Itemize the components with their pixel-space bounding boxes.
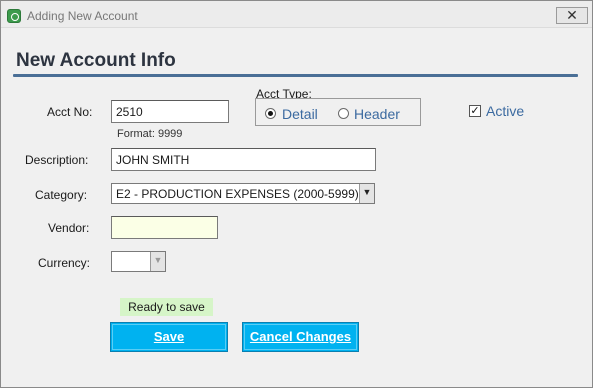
heading-divider	[13, 74, 578, 77]
acct-no-input[interactable]: 2510	[111, 100, 229, 123]
save-button[interactable]: Save	[110, 322, 228, 352]
title-bar[interactable]: Adding New Account ✕	[1, 1, 592, 28]
category-label: Category:	[35, 188, 88, 202]
radio-header-label[interactable]: Header	[354, 106, 400, 122]
description-label: Description:	[25, 153, 89, 167]
status-badge: Ready to save	[120, 298, 213, 316]
currency-dropdown-icon[interactable]: ▼	[150, 252, 165, 271]
close-icon: ✕	[566, 7, 578, 23]
page-title: New Account Info	[16, 50, 176, 71]
active-checkbox[interactable]: ✓	[469, 105, 481, 117]
close-button[interactable]: ✕	[556, 7, 588, 24]
cancel-button-label: Cancel Changes	[249, 329, 352, 344]
window-title: Adding New Account	[27, 9, 138, 23]
active-label[interactable]: Active	[486, 103, 524, 119]
category-dropdown-icon[interactable]: ▼	[359, 184, 374, 203]
vendor-label: Vendor:	[48, 221, 90, 235]
acct-no-label: Acct No:	[47, 105, 93, 119]
vendor-input[interactable]	[111, 216, 218, 239]
save-button-label: Save	[153, 329, 185, 344]
description-input[interactable]: JOHN SMITH	[111, 148, 376, 171]
dialog-window: Adding New Account ✕ New Account Info Ac…	[0, 0, 593, 388]
radio-detail-label[interactable]: Detail	[282, 106, 318, 122]
app-icon	[7, 9, 21, 23]
acct-no-format-hint: Format: 9999	[117, 128, 183, 140]
currency-label: Currency:	[38, 256, 91, 270]
category-value: E2 - PRODUCTION EXPENSES (2000-5999)	[116, 187, 359, 201]
cancel-changes-button[interactable]: Cancel Changes	[242, 322, 359, 352]
radio-detail[interactable]	[265, 108, 276, 119]
radio-header[interactable]	[338, 108, 349, 119]
category-select[interactable]: E2 - PRODUCTION EXPENSES (2000-5999)	[111, 183, 375, 204]
